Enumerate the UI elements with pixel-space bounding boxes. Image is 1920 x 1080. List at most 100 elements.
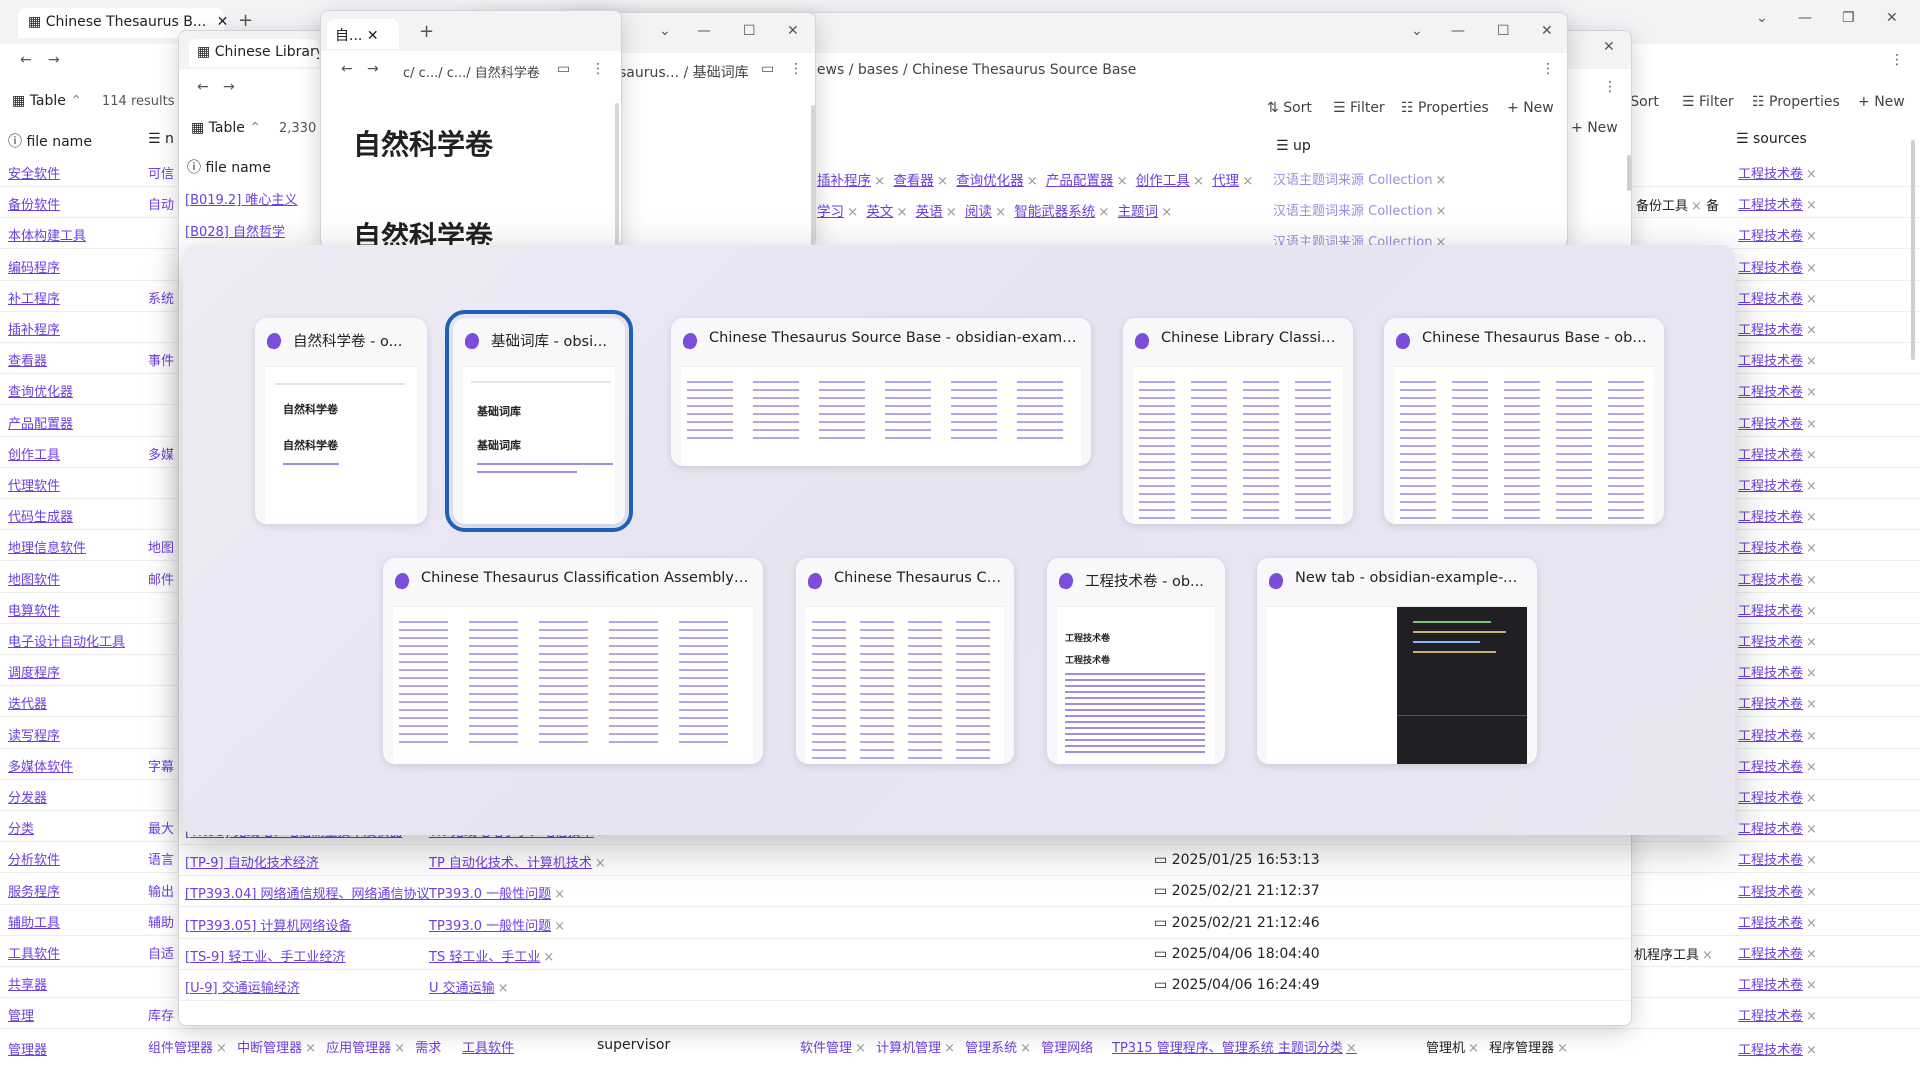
remove-tag-icon[interactable]: × <box>1806 885 1817 900</box>
remove-tag-icon[interactable]: × <box>1806 417 1817 432</box>
remove-tag-icon[interactable]: × <box>1806 448 1817 463</box>
remove-tag-icon[interactable]: × <box>1806 635 1817 650</box>
table-row[interactable]: [B028] 自然哲学 <box>185 221 285 240</box>
remove-tag-icon[interactable]: × <box>1806 323 1817 338</box>
file-name-link[interactable]: 产品配置器 <box>8 413 73 432</box>
file-name-link[interactable]: 电算软件 <box>8 600 60 619</box>
remove-tag-icon[interactable]: × <box>543 950 554 965</box>
tag-chip[interactable]: 主题词 × <box>1118 204 1173 220</box>
tag-chip[interactable]: 英语 × <box>916 204 957 220</box>
source-tag[interactable]: 工程技术卷 × <box>1738 257 1817 276</box>
scrollbar[interactable] <box>615 103 619 247</box>
restore-button[interactable]: ❐ <box>1842 10 1855 26</box>
tag-value[interactable]: 地图 <box>148 537 178 556</box>
file-name-link[interactable]: 调度程序 <box>8 662 60 681</box>
switcher-card-natural-science[interactable]: 自然科学卷 - o... 自然科学卷 自然科学卷 <box>255 318 427 524</box>
breadcrumb[interactable]: iews / bases / Chinese Thesaurus Source … <box>813 62 1136 78</box>
tag-value[interactable]: 自动 <box>148 194 178 213</box>
remove-tag-icon[interactable]: × <box>1806 729 1817 744</box>
view-selector[interactable]: ▦ Table ⌃ <box>12 93 82 109</box>
tag-chip[interactable]: 创作工具 × <box>1136 173 1204 189</box>
tag-value[interactable]: 语言 <box>148 849 178 868</box>
file-name-link[interactable]: 编码程序 <box>8 257 60 276</box>
switcher-card-thesaurus-base[interactable]: Chinese Thesaurus Base - obsid... <box>1384 318 1664 524</box>
source-tag[interactable]: 工程技术卷 × <box>1738 381 1817 400</box>
tag-value[interactable]: 可信 <box>148 163 178 182</box>
tag-value[interactable]: 辅助 <box>148 912 178 931</box>
switcher-card-engineering[interactable]: 工程技术卷 - ob... 工程技术卷 工程技术卷 <box>1047 558 1225 764</box>
filter-button[interactable]: ☰ Filter <box>1333 100 1385 116</box>
source-tag[interactable]: 工程技术卷 × <box>1738 662 1817 681</box>
remove-tag-icon[interactable]: × <box>1806 510 1817 525</box>
tag-value[interactable]: 系统 <box>148 288 178 307</box>
column-header-n[interactable]: ☰ n <box>148 131 174 147</box>
more-options-icon[interactable]: ⋮ <box>1603 79 1617 95</box>
file-name-link[interactable]: 查询优化器 <box>8 381 73 400</box>
remove-tag-icon[interactable]: × <box>1242 173 1253 189</box>
source-tag[interactable]: 工程技术卷 × <box>1738 163 1817 182</box>
source-tag[interactable]: 工程技术卷 × <box>1738 631 1817 650</box>
forward-arrow-icon[interactable]: → <box>223 79 235 95</box>
maximize-button[interactable]: ☐ <box>1497 23 1510 39</box>
source-tag[interactable]: 工程技术卷 × <box>1738 725 1817 744</box>
scrollbar[interactable] <box>1911 140 1915 360</box>
scrollbar[interactable] <box>1627 155 1631 191</box>
up-tag[interactable]: 汉语主题词来源 Collection × <box>1273 200 1446 219</box>
remove-tag-icon[interactable]: × <box>1806 385 1817 400</box>
back-arrow-icon[interactable]: ← <box>341 61 353 77</box>
source-tag[interactable]: 工程技术卷 × <box>1738 225 1817 244</box>
chevron-down-icon[interactable]: ⌄ <box>1756 10 1768 26</box>
source-tag[interactable]: 工程技术卷 × <box>1738 787 1817 806</box>
switcher-card-base-vocab[interactable]: 基础词库 - obsi... 基础词库 基础词库 <box>445 310 633 532</box>
maximize-button[interactable]: ☐ <box>743 23 756 39</box>
file-name-link[interactable]: 共享器 <box>8 974 47 993</box>
library-tab[interactable]: ▦ Chinese Library <box>189 39 319 67</box>
new-button[interactable]: + New <box>1571 120 1618 136</box>
source-tag[interactable]: 工程技术卷 × <box>1738 1039 1817 1058</box>
back-arrow-icon[interactable]: ← <box>197 79 209 95</box>
tag-chip[interactable]: 插补程序 × <box>817 173 885 189</box>
file-name-link[interactable]: 分析软件 <box>8 849 60 868</box>
reading-view-icon[interactable]: ▭ <box>761 61 774 77</box>
remove-tag-icon[interactable]: × <box>1806 853 1817 868</box>
file-name-link[interactable]: 多媒体软件 <box>8 756 73 775</box>
breadcrumb[interactable]: c/ c.../ c.../ 自然科学卷 <box>403 62 540 81</box>
up-tag[interactable]: U 交通运输 × <box>429 977 509 996</box>
remove-tag-icon[interactable]: × <box>1806 604 1817 619</box>
remove-tag-icon[interactable]: × <box>1806 791 1817 806</box>
remove-tag-icon[interactable]: × <box>1806 573 1817 588</box>
remove-tag-icon[interactable]: × <box>1806 916 1817 931</box>
source-tag[interactable]: 工程技术卷 × <box>1738 881 1817 900</box>
remove-tag-icon[interactable]: × <box>896 204 907 220</box>
source-tag[interactable]: 工程技术卷 × <box>1738 1005 1817 1024</box>
remove-tag-icon[interactable]: × <box>937 173 948 189</box>
tag-value[interactable]: 自适 <box>148 943 178 962</box>
tag-chip[interactable]: 查看器 × <box>893 173 948 189</box>
remove-tag-icon[interactable]: × <box>554 887 565 902</box>
tag-value[interactable]: 字幕 <box>148 756 178 775</box>
minimize-button[interactable]: — <box>1451 23 1465 39</box>
close-button[interactable]: ✕ <box>1603 39 1615 55</box>
more-options-icon[interactable]: ⋮ <box>789 61 803 77</box>
switcher-card-library-classification[interactable]: Chinese Library Classific... <box>1123 318 1353 524</box>
source-tag[interactable]: 工程技术卷 × <box>1738 194 1817 213</box>
remove-tag-icon[interactable]: × <box>1161 204 1172 220</box>
source-tag[interactable]: 工程技术卷 × <box>1738 350 1817 369</box>
switcher-card-new-tab[interactable]: New tab - obsidian-example-va... <box>1257 558 1537 764</box>
tag-chip[interactable]: 代理 × <box>1212 173 1253 189</box>
switcher-card-source-base[interactable]: Chinese Thesaurus Source Base - obsidian… <box>671 318 1091 466</box>
remove-tag-icon[interactable]: × <box>595 856 606 871</box>
up-tag[interactable]: TP393.0 一般性问题 × <box>429 915 565 934</box>
up-tag[interactable]: TP 自动化技术、计算机技术 × <box>429 852 606 871</box>
source-tag[interactable]: 工程技术卷 × <box>1738 693 1817 712</box>
switcher-card-classification-assembly[interactable]: Chinese Thesaurus Classification Assembl… <box>383 558 763 764</box>
column-header-file-name[interactable]: ⓘ file name <box>8 131 92 151</box>
remove-tag-icon[interactable]: × <box>498 981 509 996</box>
code-link[interactable]: [TP393.04] 网络通信规程、网络通信协议 <box>185 883 430 902</box>
source-tag[interactable]: 工程技术卷 × <box>1738 818 1817 837</box>
source-tag[interactable]: 工程技术卷 × <box>1738 475 1817 494</box>
source-tag[interactable]: 工程技术卷 × <box>1738 319 1817 338</box>
source-tag[interactable]: 工程技术卷 × <box>1738 444 1817 463</box>
file-name-link[interactable]: 代理软件 <box>8 475 60 494</box>
new-button[interactable]: + New <box>1858 94 1905 110</box>
